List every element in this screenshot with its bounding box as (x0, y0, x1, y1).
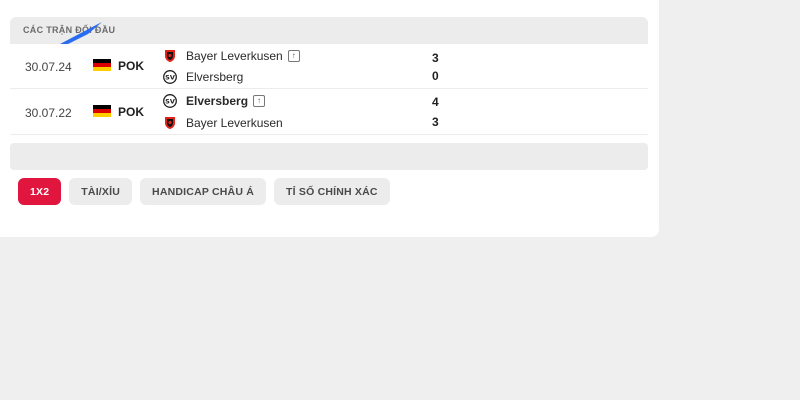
team-name: Elversberg (186, 70, 244, 84)
tab-correct-score[interactable]: TỈ SỐ CHÍNH XÁC (274, 178, 390, 205)
match-row[interactable]: 30.07.22 POK SV Elversberg ↑ Bayer Lever… (10, 90, 648, 135)
tab-1x2[interactable]: 1X2 (18, 178, 62, 205)
tab-over-under[interactable]: TÀI/XỈU (69, 178, 133, 205)
odds-tabs: 1X2 TÀI/XỈU HANDICAP CHÂU Á TỈ SỐ CHÍNH … (18, 178, 390, 205)
home-team: Bayer Leverkusen ↑ (163, 47, 300, 65)
bayer-leverkusen-logo-icon (163, 116, 177, 130)
home-score: 4 (432, 95, 439, 109)
match-date: 30.07.24 (25, 60, 72, 74)
head-to-head-card: CÁC TRẬN ĐỐI ĐẦU 30.07.24 POK Bayer Leve… (0, 0, 659, 237)
tab-asian-handicap[interactable]: HANDICAP CHÂU Á (140, 178, 267, 205)
elversberg-logo-icon: SV (163, 70, 177, 84)
league-code: POK (118, 59, 145, 73)
svg-text:SV: SV (165, 74, 175, 82)
section-header: CÁC TRẬN ĐỐI ĐẦU (10, 17, 648, 44)
league-code: POK (118, 105, 145, 119)
away-score: 0 (432, 69, 439, 83)
arrow-up-box-icon[interactable]: ↑ (253, 95, 266, 107)
home-team: SV Elversberg ↑ (163, 92, 266, 110)
germany-flag-icon (93, 105, 111, 117)
team-name: Bayer Leverkusen (186, 49, 283, 63)
team-name: Elversberg (186, 94, 249, 108)
bayer-leverkusen-logo-icon (163, 49, 177, 63)
svg-text:SV: SV (165, 98, 175, 106)
logo-mark-icon (60, 22, 102, 44)
germany-flag-icon (93, 59, 111, 71)
elversberg-logo-icon: SV (163, 94, 177, 108)
match-date: 30.07.22 (25, 106, 72, 120)
away-score: 3 (432, 115, 439, 129)
team-name: Bayer Leverkusen (186, 116, 283, 130)
arrow-up-box-icon[interactable]: ↑ (287, 50, 300, 62)
away-team: SV Elversberg (163, 68, 243, 86)
empty-bar (10, 143, 648, 170)
match-row[interactable]: 30.07.24 POK Bayer Leverkusen ↑ SV Elver… (10, 44, 648, 89)
home-score: 3 (432, 51, 439, 65)
away-team: Bayer Leverkusen (163, 114, 283, 132)
